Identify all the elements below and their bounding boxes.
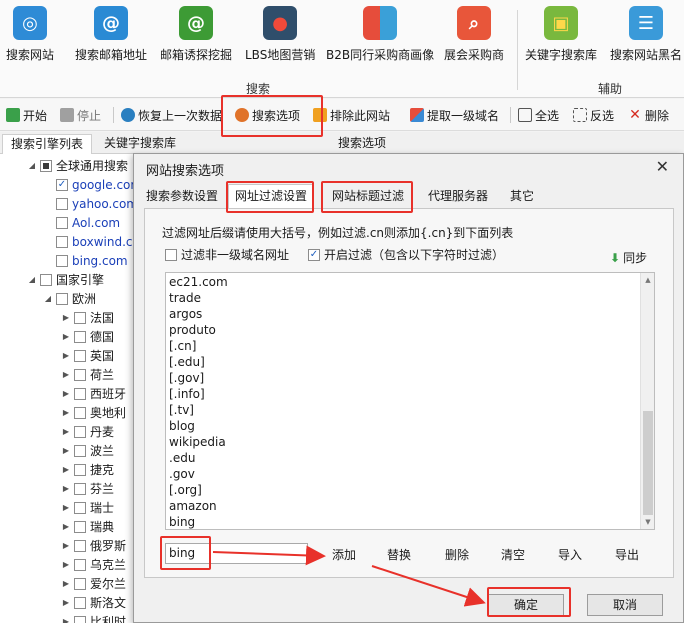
annotation-arrows (212, 545, 486, 607)
arrow-to-ok (371, 565, 486, 607)
arrow-to-add (212, 545, 326, 566)
